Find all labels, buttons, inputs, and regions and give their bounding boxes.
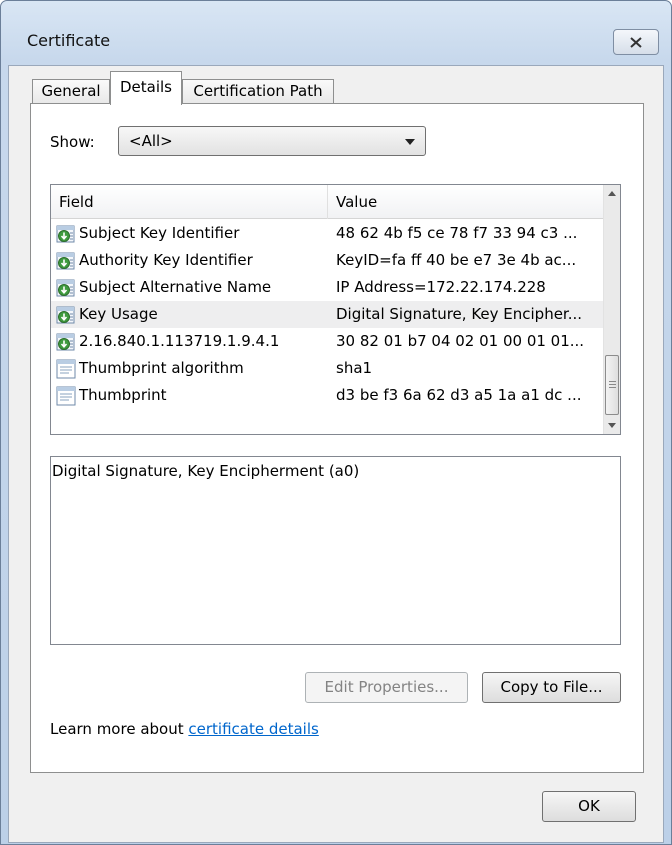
row-field-name: Subject Key Identifier [79,224,240,242]
copy-to-file-button[interactable]: Copy to File... [482,672,621,703]
table-row[interactable]: Subject Alternative Name IP Address=172.2… [51,274,604,301]
row-field-value: 30 82 01 b7 04 02 01 00 01 01... [336,332,585,350]
chevron-down-icon [405,139,415,145]
tab-general[interactable]: General [32,79,110,104]
close-button[interactable] [613,29,659,55]
grip-line [609,387,616,388]
table-row[interactable]: Thumbprint d3 be f3 6a 62 d3 a5 1a a1 dc … [51,382,604,409]
list-rows: Subject Key Identifier 48 62 4b f5 ce 78 … [51,220,604,409]
tab-certification-path[interactable]: Certification Path [182,79,334,104]
dialog-client: General Details Certification Path Show:… [8,65,664,843]
document-icon [56,386,76,406]
row-field-value: d3 be f3 6a 62 d3 a5 1a a1 dc ... [336,386,582,404]
show-label: Show: [50,133,95,151]
field-detail-text[interactable]: Digital Signature, Key Encipherment (a0) [50,456,621,645]
edit-properties-button[interactable]: Edit Properties... [305,672,468,703]
cert-extension-icon [56,332,76,352]
cert-extension-icon [56,278,76,298]
row-field-value: 48 62 4b f5 ce 78 f7 33 94 c3 ... [336,224,578,242]
certificate-details-link[interactable]: certificate details [188,720,318,738]
window-title: Certificate [27,31,111,50]
row-field-name: Thumbprint algorithm [79,359,244,377]
document-icon [56,359,76,379]
row-field-value: sha1 [336,359,373,377]
tab-details-label: Details [119,78,172,96]
fields-list[interactable]: Field Value Subject Key Identifier 48 62 … [50,184,621,435]
table-row[interactable]: 2.16.840.1.113719.1.9.4.1 30 82 01 b7 04 … [51,328,604,355]
scroll-up-button[interactable] [604,185,620,202]
row-field-name: Thumbprint [79,386,167,404]
row-field-value: Digital Signature, Key Encipher... [336,305,583,323]
column-header-field[interactable]: Field [51,185,328,219]
row-field-name: Key Usage [79,305,158,323]
grip-line [609,384,616,385]
scroll-down-button[interactable] [604,417,620,434]
row-field-name: 2.16.840.1.113719.1.9.4.1 [79,332,280,350]
table-row[interactable]: Subject Key Identifier 48 62 4b f5 ce 78 … [51,220,604,247]
chevron-down-icon [608,423,616,428]
row-field-value: IP Address=172.22.174.228 [336,278,546,296]
details-tab-page: Show: <All> Field Value Subject Key Iden… [30,103,644,773]
row-field-value: KeyID=fa ff 40 be e7 3e 4b ac... [336,251,577,269]
list-scrollbar[interactable] [603,185,620,434]
tab-certification-path-label: Certification Path [193,82,323,100]
chevron-up-icon [608,191,616,196]
learn-more-prefix: Learn more about [50,720,189,738]
show-dropdown-value: <All> [129,132,173,150]
tab-general-label: General [41,82,101,100]
ok-button[interactable]: OK [542,791,636,822]
certificate-dialog: Certificate General Details Certificatio… [0,0,672,845]
close-icon [630,36,642,48]
table-row[interactable]: Key Usage Digital Signature, Key Encipher… [51,301,604,328]
cert-extension-icon [56,251,76,271]
cert-extension-icon [56,224,76,244]
title-bar: Certificate [1,1,671,65]
cert-extension-icon [56,305,76,325]
show-dropdown[interactable]: <All> [118,126,426,156]
row-field-name: Subject Alternative Name [79,278,272,296]
tab-details[interactable]: Details [110,71,182,105]
table-row[interactable]: Thumbprint algorithm sha1 [51,355,604,382]
list-header: Field Value [51,185,604,219]
grip-line [609,381,616,382]
row-field-name: Authority Key Identifier [79,251,253,269]
learn-more-text: Learn more about certificate details [50,720,319,738]
scroll-thumb[interactable] [605,355,619,415]
column-header-value[interactable]: Value [328,185,604,219]
table-row[interactable]: Authority Key Identifier KeyID=fa ff 40 b… [51,247,604,274]
